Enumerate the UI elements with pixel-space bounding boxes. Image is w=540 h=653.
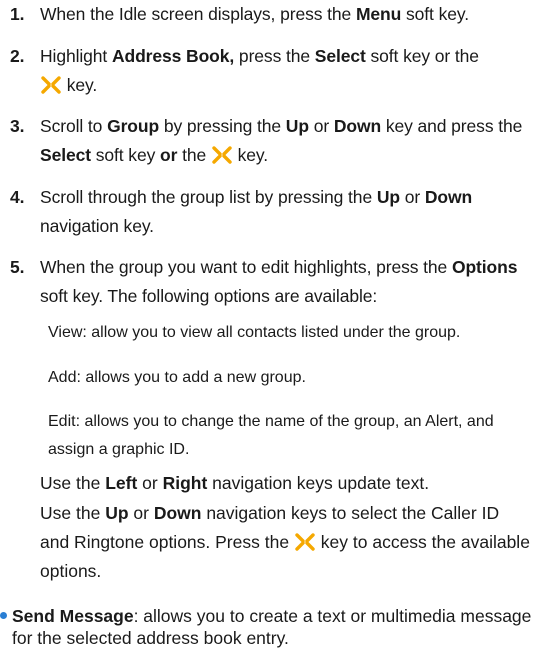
up-key-label: Up (376, 187, 400, 207)
navigation-key-icon (41, 76, 61, 94)
step-number: 3. (10, 116, 25, 136)
step-text: When the group you want to edit highligh… (40, 257, 518, 306)
step-text: When the Idle screen displays, press the… (40, 4, 469, 24)
option-view: View: allow you to view all contacts lis… (48, 324, 461, 341)
down-key-label: Down (424, 187, 473, 207)
step-number: 5. (10, 257, 25, 277)
note-up-down: Use the Up or Down navigation keys to se… (40, 503, 530, 581)
right-key-label: Right (162, 473, 208, 493)
group-label: Group (107, 116, 160, 136)
up-key-label: Up (285, 116, 309, 136)
step-1: 1. When the Idle screen displays, press … (10, 0, 535, 29)
bullet-send-message: Send Message: allows you to create a tex… (0, 605, 535, 649)
step-text: Scroll through the group list by pressin… (40, 187, 473, 236)
step-text: Scroll to Group by pressing the Up or Do… (40, 116, 523, 165)
step-number: 2. (10, 46, 25, 66)
step-5: 5. When the group you want to edit highl… (10, 253, 535, 311)
option-edit: Edit: allows you to change the name of t… (48, 413, 494, 458)
down-key-label: Down (153, 503, 202, 523)
menu-key-label: Menu (355, 4, 402, 24)
options-key-label: Options (451, 257, 518, 277)
up-key-label: Up (105, 503, 129, 523)
bullet-text: Send Message: allows you to create a tex… (12, 606, 532, 648)
navigation-key-icon (212, 146, 232, 164)
down-key-label: Down (333, 116, 382, 136)
navigation-key-icon (295, 533, 315, 551)
option-add: Add: allows you to add a new group. (48, 369, 306, 386)
select-key-label: Select (40, 145, 91, 165)
step-4: 4. Scroll through the group list by pres… (10, 183, 535, 241)
left-key-label: Left (105, 473, 138, 493)
step-3: 3. Scroll to Group by pressing the Up or… (10, 112, 535, 170)
step-number: 1. (10, 4, 25, 24)
address-book-label: Address Book, (111, 46, 235, 66)
bullet-dot (0, 612, 7, 619)
send-message-label: Send Message (12, 606, 134, 626)
select-key-label: Select (314, 46, 366, 66)
step-text: Highlight Address Book, press the Select… (40, 46, 479, 95)
step-2: 2. Highlight Address Book, press the Sel… (10, 42, 535, 100)
step-number: 4. (10, 187, 25, 207)
manual-page: 1. When the Idle screen displays, press … (0, 0, 540, 653)
note-left-right: Use the Left or Right navigation keys up… (40, 473, 430, 493)
